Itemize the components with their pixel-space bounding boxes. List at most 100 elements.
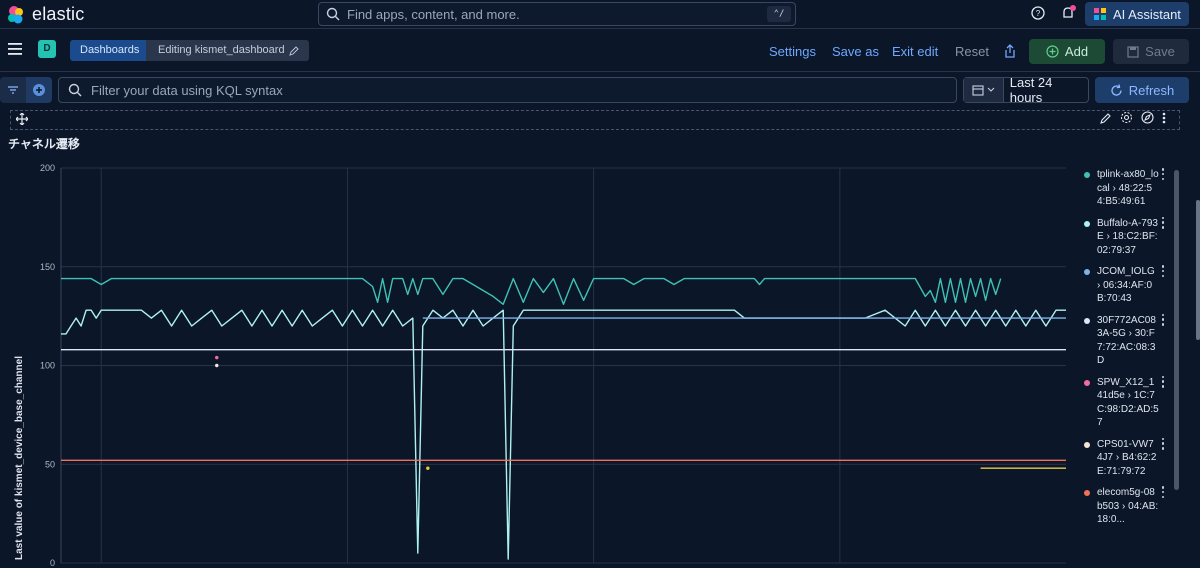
refresh-label: Refresh xyxy=(1128,82,1175,98)
legend-swatch xyxy=(1084,269,1090,275)
calendar-icon xyxy=(972,85,984,96)
breadcrumb-dashboards[interactable]: Dashboards xyxy=(70,40,162,61)
page-scrollbar[interactable] xyxy=(1196,200,1200,340)
settings-link[interactable]: Settings xyxy=(769,44,816,59)
date-picker[interactable]: Last 24 hours xyxy=(963,75,1089,105)
legend-action-icon[interactable] xyxy=(1159,168,1167,180)
kql-placeholder: Filter your data using KQL syntax xyxy=(91,82,283,98)
y-tick-label: 150 xyxy=(40,262,55,272)
compass-icon[interactable] xyxy=(1141,111,1154,124)
global-search-input[interactable]: Find apps, content, and more. ⌃/ xyxy=(318,2,796,26)
search-icon xyxy=(68,83,82,97)
move-icon xyxy=(16,113,28,125)
elastic-logo[interactable]: elastic xyxy=(6,4,84,25)
chart-series xyxy=(61,277,1066,560)
legend-swatch xyxy=(1084,379,1090,386)
y-tick-label: 50 xyxy=(45,459,55,469)
legend-label: CPS01-VW74J7 › B4:62:2E:71:79:72 xyxy=(1097,438,1157,477)
legend-item[interactable]: Buffalo-A-793E › 18:C2:BF:02:79:37 xyxy=(1082,216,1172,258)
panel-drag-handle[interactable] xyxy=(12,112,32,126)
legend-label: tplink-ax80_local › 48:22:54:B5:49:61 xyxy=(1097,169,1159,207)
legend-action-icon[interactable] xyxy=(1159,375,1167,388)
chevron-down-icon xyxy=(987,87,995,92)
elastic-logo-icon xyxy=(8,5,23,23)
series-line-0[interactable] xyxy=(61,277,1002,305)
breadcrumb-current[interactable]: Editing kismet_dashboard xyxy=(146,40,309,61)
legend-swatch xyxy=(1084,441,1090,448)
panel-actions xyxy=(1100,111,1166,124)
search-placeholder: Find apps, content, and more. xyxy=(347,6,520,22)
space-avatar[interactable]: D xyxy=(38,40,56,58)
brand-name: elastic xyxy=(32,4,85,24)
line-chart[interactable]: 0 50 100 150 200 Last value of kismet_device… xyxy=(0,150,1080,568)
search-icon xyxy=(326,7,340,21)
legend-item[interactable]: tplink-ax80_local › 48:22:54:B5:49:61 xyxy=(1082,168,1172,209)
legend-label: SPW_X12_141d5e › 1C:7C:98:D2:AD:57 xyxy=(1097,376,1159,429)
save-button[interactable]: Save xyxy=(1113,39,1189,64)
legend-item[interactable]: SPW_X12_141d5e › 1C:7C:98:D2:AD:57 xyxy=(1082,375,1172,430)
svg-text:?: ? xyxy=(1036,9,1041,18)
legend-label: elecom5g-08b503 › 04:AB:18:0... xyxy=(1097,487,1159,525)
refresh-icon xyxy=(1111,83,1122,96)
legend-item[interactable]: 30F772AC083A-5G › 30:F7:72:AC:08:3D xyxy=(1082,313,1172,368)
add-filter-button[interactable] xyxy=(26,77,52,103)
add-button[interactable]: Add xyxy=(1029,39,1105,64)
legend-label: Buffalo-A-793E › 18:C2:BF:02:79:37 xyxy=(1097,217,1158,256)
ai-assistant-label: AI Assistant xyxy=(1113,6,1181,22)
ai-assistant-button[interactable]: AI Assistant xyxy=(1085,2,1189,26)
legend-label: 30F772AC083A-5G › 30:F7:72:AC:08:3D xyxy=(1097,314,1156,367)
series-point-4[interactable] xyxy=(215,355,219,360)
y-tick-label: 200 xyxy=(40,163,55,173)
menu-icon[interactable] xyxy=(8,43,22,55)
y-axis-label: Last value of kismet_device_base_channel xyxy=(14,356,25,560)
save-as-link[interactable]: Save as xyxy=(832,44,879,59)
series-point-5[interactable] xyxy=(215,363,219,368)
legend-action-icon[interactable] xyxy=(1159,313,1167,326)
legend-action-icon[interactable] xyxy=(1159,437,1167,450)
panel-header-dropzone xyxy=(10,110,1180,130)
legend-swatch xyxy=(1084,172,1090,178)
chart-grid xyxy=(60,167,1066,564)
pencil-icon xyxy=(288,45,299,56)
refresh-button[interactable]: Refresh xyxy=(1095,77,1189,103)
y-tick-label: 0 xyxy=(50,558,55,568)
save-button-label: Save xyxy=(1145,44,1175,59)
legend-action-icon[interactable] xyxy=(1159,486,1167,498)
chart-legend: tplink-ax80_local › 48:22:54:B5:49:61 Buf… xyxy=(1082,168,1172,535)
more-vertical-icon[interactable] xyxy=(1162,112,1166,124)
quick-menu-button[interactable] xyxy=(964,78,1004,102)
legend-item[interactable]: CPS01-VW74J7 › B4:62:2E:71:79:72 xyxy=(1082,437,1172,479)
legend-scrollbar-thumb[interactable] xyxy=(1174,170,1179,490)
series-line-1[interactable] xyxy=(61,309,1066,560)
legend-action-icon[interactable] xyxy=(1159,265,1167,277)
header-icons: ? xyxy=(1030,4,1078,22)
notifications-icon[interactable] xyxy=(1060,4,1078,22)
kql-search-input[interactable]: Filter your data using KQL syntax xyxy=(58,77,957,103)
legend-swatch xyxy=(1084,490,1090,496)
add-button-label: Add xyxy=(1064,44,1089,59)
save-icon xyxy=(1127,45,1139,58)
series-point-8[interactable] xyxy=(426,466,430,470)
legend-item[interactable]: elecom5g-08b503 › 04:AB:18:0... xyxy=(1082,486,1172,527)
search-shortcut-badge: ⌃/ xyxy=(767,6,791,22)
legend-action-icon[interactable] xyxy=(1159,216,1167,229)
plus-circle-icon xyxy=(1046,45,1059,58)
exit-edit-link[interactable]: Exit edit xyxy=(892,44,938,59)
reset-link[interactable]: Reset xyxy=(955,44,989,59)
edit-icon[interactable] xyxy=(1100,112,1112,124)
filter-icon xyxy=(8,86,18,94)
plus-circle-icon xyxy=(33,84,45,96)
filter-options-button[interactable] xyxy=(0,77,26,103)
legend-swatch xyxy=(1084,220,1090,227)
app-navbar: D Dashboards Editing kismet_dashboard Se… xyxy=(0,30,1200,72)
legend-scrollbar[interactable] xyxy=(1174,160,1179,568)
y-axis: 0 50 100 150 200 xyxy=(40,163,55,568)
legend-label: JCOM_IOLG › 06:34:AF:0B:70:43 xyxy=(1097,266,1155,304)
gear-icon[interactable] xyxy=(1120,111,1133,124)
top-header: elastic Find apps, content, and more. ⌃/… xyxy=(0,0,1200,29)
time-range-label: Last 24 hours xyxy=(1009,75,1053,105)
help-icon[interactable]: ? xyxy=(1030,5,1046,21)
legend-swatch xyxy=(1084,317,1090,324)
legend-item[interactable]: JCOM_IOLG › 06:34:AF:0B:70:43 xyxy=(1082,265,1172,306)
share-icon[interactable] xyxy=(1003,44,1017,58)
